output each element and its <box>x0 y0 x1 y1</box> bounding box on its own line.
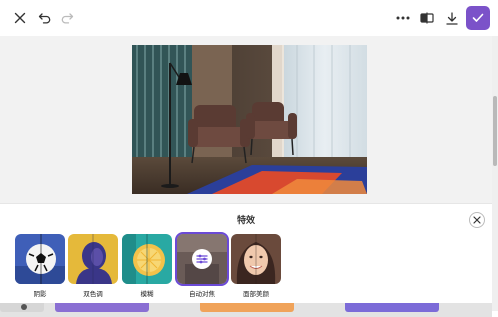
compare-icon[interactable] <box>415 6 439 30</box>
edited-photo[interactable] <box>132 45 367 194</box>
panel-close-button[interactable] <box>469 212 485 228</box>
scrollbar-thumb[interactable] <box>493 96 497 166</box>
effect-label: 模糊 <box>140 290 154 298</box>
strip-chip[interactable] <box>345 303 439 312</box>
strip-dot <box>21 304 27 310</box>
effect-label: 阴影 <box>33 290 47 298</box>
effect-label: 双色调 <box>83 290 103 298</box>
strip-chip[interactable] <box>200 303 294 312</box>
panel-title: 特效 <box>236 216 255 226</box>
redo-icon[interactable] <box>55 6 79 30</box>
more-icon[interactable] <box>391 6 415 30</box>
effect-label: 面部美颜 <box>243 290 269 298</box>
toolbar <box>0 0 498 37</box>
face-icon <box>231 234 281 284</box>
done-button[interactable] <box>466 6 490 30</box>
vertical-scrollbar[interactable] <box>492 36 498 311</box>
effect-shadow[interactable]: 阴影 <box>15 234 67 298</box>
adjust-icon <box>175 232 229 286</box>
strip-chip[interactable] <box>55 303 149 312</box>
effect-auto-focus[interactable]: 自动对焦 <box>175 232 229 298</box>
close-icon <box>473 216 481 224</box>
bottom-toolbar-strip <box>0 303 492 317</box>
effect-label: 自动对焦 <box>189 290 215 298</box>
effects-panel: 特效 阴影 双色调 模糊 自动对焦 面部美颜 <box>0 203 492 304</box>
portrait-icon <box>68 234 118 284</box>
close-icon[interactable] <box>8 6 32 30</box>
lemon-icon <box>122 234 172 284</box>
effect-face-beauty[interactable]: 面部美颜 <box>231 234 283 298</box>
canvas-area <box>0 36 492 203</box>
effect-duotone[interactable]: 双色调 <box>68 234 120 298</box>
soccer-ball-icon <box>15 234 65 284</box>
effect-blur[interactable]: 模糊 <box>122 234 174 298</box>
download-icon[interactable] <box>440 6 464 30</box>
check-icon <box>472 13 484 22</box>
undo-icon[interactable] <box>33 6 57 30</box>
